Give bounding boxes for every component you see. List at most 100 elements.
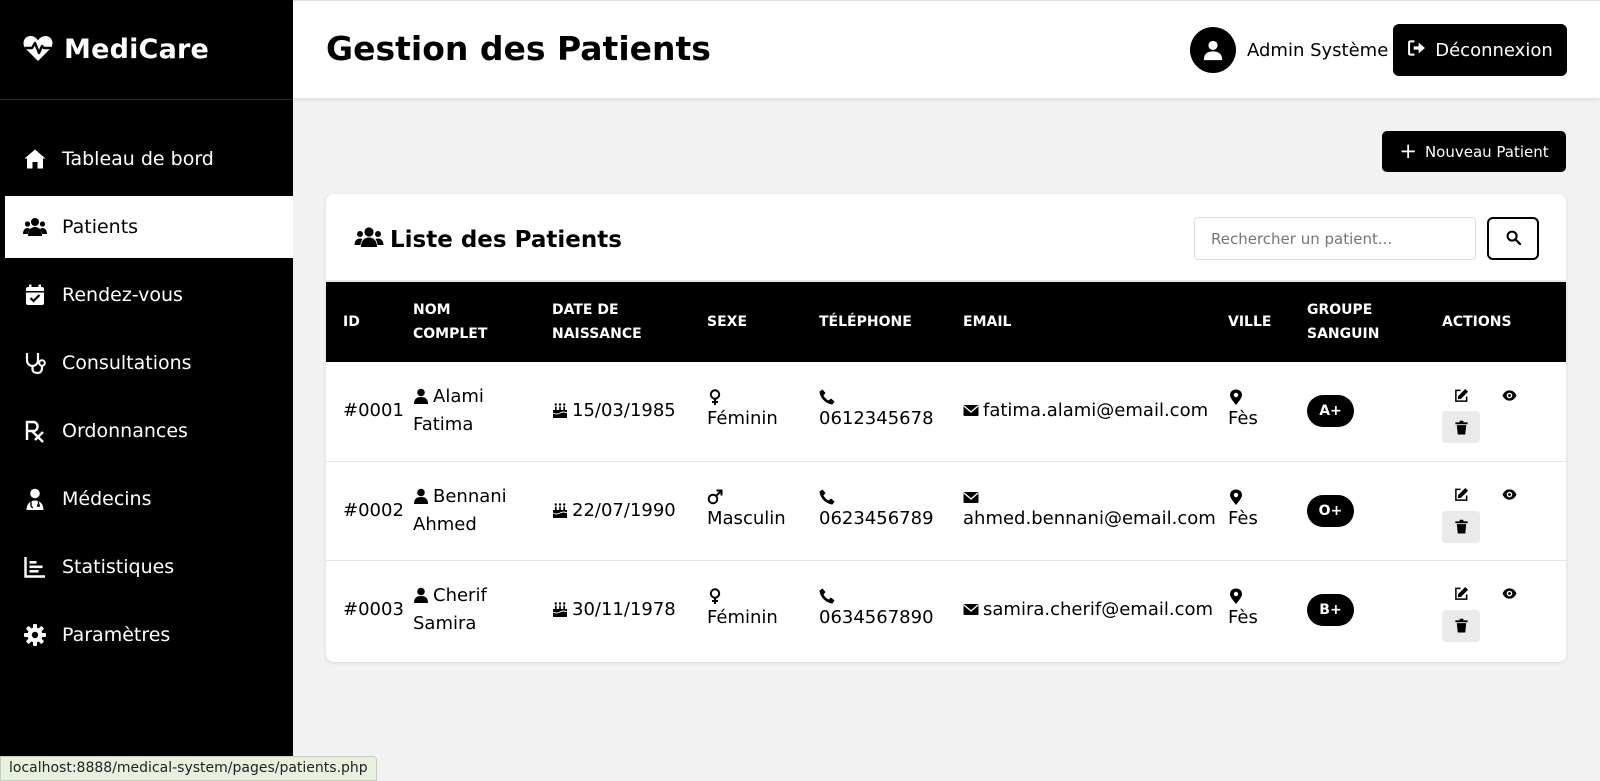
patient-blood-group: A+ bbox=[1307, 362, 1442, 461]
sidebar-item-tableau-de-bord[interactable]: Tableau de bord bbox=[0, 128, 293, 190]
edit-icon bbox=[1454, 587, 1468, 601]
eye-icon bbox=[1501, 489, 1517, 500]
brand[interactable]: MediCare bbox=[0, 0, 293, 100]
map-marker-icon bbox=[1228, 389, 1303, 406]
patient-dob: 30/11/1978 bbox=[552, 560, 707, 659]
trash-icon bbox=[1454, 519, 1468, 534]
sidebar-item-patients[interactable]: Patients bbox=[5, 196, 293, 258]
envelope-icon bbox=[963, 402, 979, 418]
patient-dob: 15/03/1985 bbox=[552, 362, 707, 461]
patients-card: Liste des Patients ID NOMCOMPLET DATE DE… bbox=[326, 194, 1566, 662]
search-input[interactable] bbox=[1194, 217, 1476, 260]
user-icon bbox=[413, 388, 429, 405]
logout-button[interactable]: Déconnexion bbox=[1393, 24, 1567, 76]
brand-name: MediCare bbox=[64, 34, 210, 65]
blood-group-badge: O+ bbox=[1307, 494, 1354, 527]
patient-blood-group: O+ bbox=[1307, 461, 1442, 560]
column-header-date-naissance[interactable]: DATE DE NAISSANCE bbox=[552, 282, 707, 362]
patient-id: #0003 bbox=[343, 598, 404, 620]
user-menu[interactable]: Admin Système bbox=[1190, 27, 1388, 73]
heartbeat-logo-icon bbox=[22, 32, 64, 68]
user-icon bbox=[1203, 40, 1223, 61]
patient-blood-group: B+ bbox=[1307, 560, 1442, 659]
sidebar-nav: Tableau de bord Patients Rendez-vous Con… bbox=[0, 128, 293, 666]
sidebar-item-label: Patients bbox=[62, 216, 139, 238]
phone-icon bbox=[819, 389, 959, 405]
sidebar-item-label: Médecins bbox=[62, 488, 152, 510]
patient-sex: Masculin bbox=[707, 461, 819, 560]
row-actions bbox=[1442, 461, 1566, 560]
new-patient-button[interactable]: + Nouveau Patient bbox=[1382, 131, 1566, 172]
blood-group-badge: B+ bbox=[1307, 593, 1354, 626]
edit-button[interactable] bbox=[1442, 578, 1480, 610]
sidebar-item-medecins[interactable]: Médecins bbox=[0, 468, 293, 530]
sidebar-item-consultations[interactable]: Consultations bbox=[0, 332, 293, 394]
birthday-cake-icon bbox=[552, 502, 568, 518]
top-bar: Gestion des Patients Admin Système Décon… bbox=[293, 0, 1600, 98]
patient-sex: Féminin bbox=[707, 362, 819, 461]
sidebar-item-label: Tableau de bord bbox=[62, 148, 214, 170]
patient-email: samira.cherif@email.com bbox=[963, 560, 1228, 659]
eye-icon bbox=[1501, 588, 1517, 599]
home-icon bbox=[22, 146, 48, 172]
column-header-id[interactable]: ID bbox=[326, 282, 413, 362]
delete-button[interactable] bbox=[1442, 411, 1480, 444]
user-name: Admin Système bbox=[1247, 39, 1389, 61]
search-icon bbox=[1506, 230, 1521, 248]
logout-label: Déconnexion bbox=[1435, 39, 1553, 61]
search-button[interactable] bbox=[1487, 217, 1539, 260]
patient-name: Bennani Ahmed bbox=[413, 485, 507, 535]
column-header-nom-complet[interactable]: NOM COMPLET bbox=[413, 282, 552, 362]
patients-table: ID NOM COMPLET DATE DE NAISSANCE SEXE TÉLÉ… bbox=[326, 282, 1566, 659]
edit-button[interactable] bbox=[1442, 479, 1480, 511]
sidebar-item-label: Rendez-vous bbox=[62, 284, 183, 306]
prescription-icon bbox=[22, 418, 48, 444]
user-icon bbox=[413, 488, 429, 504]
mars-icon bbox=[707, 489, 815, 505]
column-header-telephone[interactable]: TÉLÉPHONE bbox=[819, 282, 963, 362]
user-icon bbox=[413, 587, 429, 603]
blood-group-badge: A+ bbox=[1307, 395, 1354, 428]
patient-id: #0002 bbox=[343, 499, 404, 521]
phone-icon bbox=[819, 489, 959, 505]
sign-out-icon bbox=[1407, 38, 1435, 63]
view-button[interactable] bbox=[1490, 578, 1528, 610]
doctor-icon bbox=[22, 486, 48, 512]
plus-icon: + bbox=[1399, 139, 1417, 163]
venus-icon bbox=[707, 389, 815, 406]
column-header-groupe-sanguin[interactable]: GROUPE SANGUIN bbox=[1307, 282, 1442, 362]
sidebar-item-ordonnances[interactable]: Ordonnances bbox=[0, 400, 293, 462]
column-header-email[interactable]: EMAIL bbox=[963, 282, 1228, 362]
birthday-cake-icon bbox=[552, 601, 568, 617]
column-header-sexe[interactable]: SEXE bbox=[707, 282, 819, 362]
table-row: #0001 Alami Fatima 15/03/1985 Féminin 061… bbox=[326, 362, 1566, 461]
chart-icon bbox=[22, 554, 48, 580]
sidebar-item-label: Ordonnances bbox=[62, 420, 188, 442]
sidebar-item-statistiques[interactable]: Statistiques bbox=[0, 536, 293, 598]
patient-name: Cherif Samira bbox=[413, 584, 487, 634]
row-actions bbox=[1442, 560, 1566, 659]
birthday-cake-icon bbox=[552, 402, 568, 419]
edit-icon bbox=[1454, 388, 1468, 402]
gear-icon bbox=[22, 622, 48, 648]
patient-city: Fès bbox=[1228, 461, 1307, 560]
users-icon bbox=[22, 214, 48, 240]
view-button[interactable] bbox=[1490, 379, 1528, 411]
users-icon bbox=[354, 224, 390, 256]
patient-phone: 0634567890 bbox=[819, 560, 963, 659]
column-header-ville[interactable]: VILLE bbox=[1228, 282, 1307, 362]
delete-button[interactable] bbox=[1442, 609, 1480, 642]
patient-dob: 22/07/1990 bbox=[552, 461, 707, 560]
edit-button[interactable] bbox=[1442, 379, 1480, 411]
table-header-row: ID NOM COMPLET DATE DE NAISSANCE SEXE TÉLÉ… bbox=[326, 282, 1566, 362]
patient-city: Fès bbox=[1228, 560, 1307, 659]
sidebar-item-rendez-vous[interactable]: Rendez-vous bbox=[0, 264, 293, 326]
view-button[interactable] bbox=[1490, 479, 1528, 511]
browser-status-url: localhost:8888/medical-system/pages/pati… bbox=[0, 756, 377, 781]
card-title: Liste des Patients bbox=[354, 224, 622, 256]
patient-sex: Féminin bbox=[707, 560, 819, 659]
sidebar-item-parametres[interactable]: Paramètres bbox=[0, 604, 293, 666]
table-row: #0002 Bennani Ahmed 22/07/1990 Masculin 0… bbox=[326, 461, 1566, 560]
patient-phone: 0623456789 bbox=[819, 461, 963, 560]
delete-button[interactable] bbox=[1442, 510, 1480, 543]
